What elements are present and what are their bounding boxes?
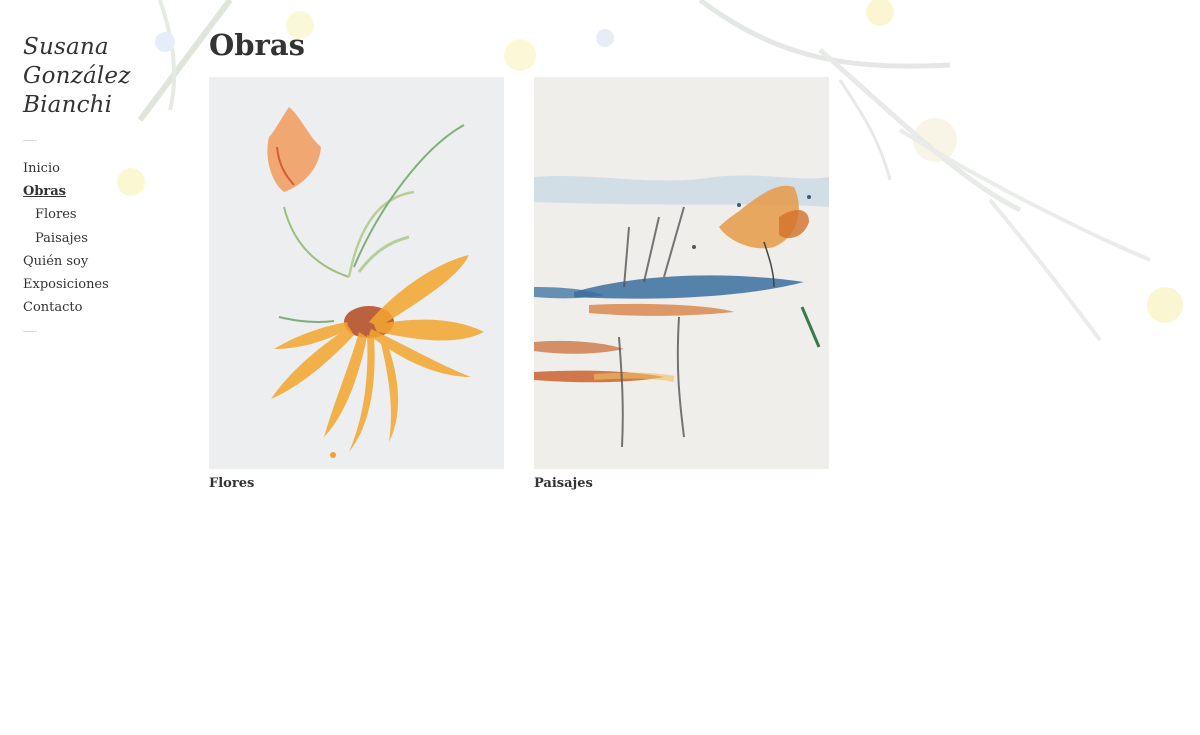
site-title[interactable]: Susana González Bianchi xyxy=(23,33,183,120)
nav-item-label[interactable]: Contacto xyxy=(23,300,82,315)
nav-item-label[interactable]: Paisajes xyxy=(35,231,88,246)
nav-item-obras[interactable]: Obras xyxy=(23,180,183,203)
nav-item-inicio[interactable]: Inicio xyxy=(23,157,183,180)
nav-item-label[interactable]: Quién soy xyxy=(23,254,88,269)
sidebar-divider-bottom xyxy=(23,331,37,333)
flowers-watercolor-image[interactable] xyxy=(209,77,504,469)
nav-item-exposiciones[interactable]: Exposiciones xyxy=(23,273,183,296)
site-title-line-3[interactable]: Bianchi xyxy=(23,91,183,120)
works-gallery: Flores Paisajes xyxy=(209,77,829,491)
sidebar: Susana González Bianchi Inicio Obras Flo… xyxy=(23,33,183,333)
nav-item-label[interactable]: Obras xyxy=(23,184,66,199)
nav-subitem-paisajes[interactable]: Paisajes xyxy=(23,227,183,250)
nav-subitem-flores[interactable]: Flores xyxy=(23,203,183,226)
main-navigation: Inicio Obras Flores Paisajes Quién soy E… xyxy=(23,157,183,319)
main-content: Obras Flores Paisajes xyxy=(209,26,829,491)
page-title: Obras xyxy=(209,28,305,62)
gallery-caption-flores[interactable]: Flores xyxy=(209,476,504,491)
gallery-card-paisajes[interactable]: Paisajes xyxy=(534,77,829,491)
gallery-card-flores[interactable]: Flores xyxy=(209,77,504,491)
nav-item-label[interactable]: Exposiciones xyxy=(23,277,109,292)
site-title-line-2[interactable]: González xyxy=(23,62,183,91)
sidebar-divider-top xyxy=(23,140,37,141)
gallery-caption-paisajes[interactable]: Paisajes xyxy=(534,476,829,491)
nav-item-quien-soy[interactable]: Quién soy xyxy=(23,250,183,273)
site-title-line-1[interactable]: Susana xyxy=(23,33,183,62)
nav-item-label[interactable]: Flores xyxy=(35,207,77,222)
nav-item-contacto[interactable]: Contacto xyxy=(23,296,183,319)
landscape-watercolor-image[interactable] xyxy=(534,77,829,469)
nav-item-label[interactable]: Inicio xyxy=(23,161,60,176)
